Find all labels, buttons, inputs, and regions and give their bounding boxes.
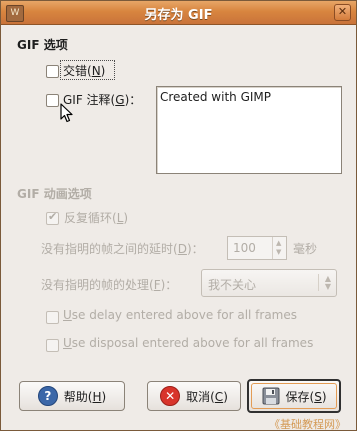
watermark-text: 《基础教程网》 <box>269 418 346 431</box>
interlace-checkbox[interactable] <box>46 65 59 78</box>
animation-options-heading: GIF 动画选项 <box>17 187 92 201</box>
gif-comment-checkbox[interactable] <box>46 94 59 107</box>
close-icon[interactable]: ✕ <box>334 4 351 21</box>
save-button[interactable]: 保存(S) <box>247 379 341 413</box>
mouse-pointer-icon <box>60 103 73 123</box>
gif-comment-label[interactable]: GIF 注释(G)： <box>63 91 141 108</box>
combo-separator <box>318 274 319 291</box>
cancel-icon: ✕ <box>160 386 181 406</box>
help-icon: ? <box>37 386 58 406</box>
window-title: 另存为 GIF <box>144 8 213 23</box>
loop-forever-checkbox[interactable]: ✔ <box>46 210 59 225</box>
spin-buttons: ▲ ▼ <box>272 237 286 259</box>
cancel-button[interactable]: ✕ 取消(C) <box>147 381 241 411</box>
use-disposal-label[interactable]: Use disposal entered above for all frame… <box>63 336 313 350</box>
checkmark-icon: ✔ <box>48 210 58 223</box>
save-as-gif-dialog: W 另存为 GIF ✕ GIF 选项 交错(N) GIF 注释(G)： Crea… <box>0 0 357 431</box>
frame-disposal-combobox[interactable]: 我不关心 ▲ ▼ <box>201 269 337 297</box>
title-bar: W 另存为 GIF ✕ <box>1 1 356 25</box>
spin-down-icon[interactable]: ▼ <box>276 248 281 256</box>
save-button-label: 保存(S) <box>285 389 327 404</box>
frame-delay-label: 没有指明的帧之间的延时(D)： <box>41 242 204 256</box>
floppy-disk-icon <box>262 387 279 405</box>
combo-arrows-icon: ▲ ▼ <box>324 274 331 291</box>
help-button-label: 帮助(H) <box>63 389 107 404</box>
help-button[interactable]: ? 帮助(H) <box>19 381 125 411</box>
loop-forever-label[interactable]: 反复循环(L) <box>64 209 128 226</box>
interlace-label[interactable]: 交错(N) <box>63 62 105 79</box>
frame-disposal-label: 没有指明的帧的处理(F)： <box>41 278 178 292</box>
frame-delay-value: 100 <box>233 241 256 255</box>
gif-comment-textarea[interactable]: Created with GIMP <box>156 86 342 174</box>
use-delay-checkbox[interactable] <box>46 311 59 324</box>
frame-disposal-value: 我不关心 <box>208 278 257 292</box>
use-delay-label[interactable]: Use delay entered above for all frames <box>63 308 297 322</box>
gif-options-heading: GIF 选项 <box>17 38 68 52</box>
gif-comment-text: Created with GIMP <box>160 90 272 104</box>
cancel-button-label: 取消(C) <box>186 389 228 404</box>
use-disposal-checkbox[interactable] <box>46 339 59 352</box>
milliseconds-unit: 毫秒 <box>293 242 318 256</box>
frame-delay-spinbutton[interactable]: 100 ▲ ▼ <box>227 236 287 260</box>
spin-up-icon[interactable]: ▲ <box>276 239 281 247</box>
